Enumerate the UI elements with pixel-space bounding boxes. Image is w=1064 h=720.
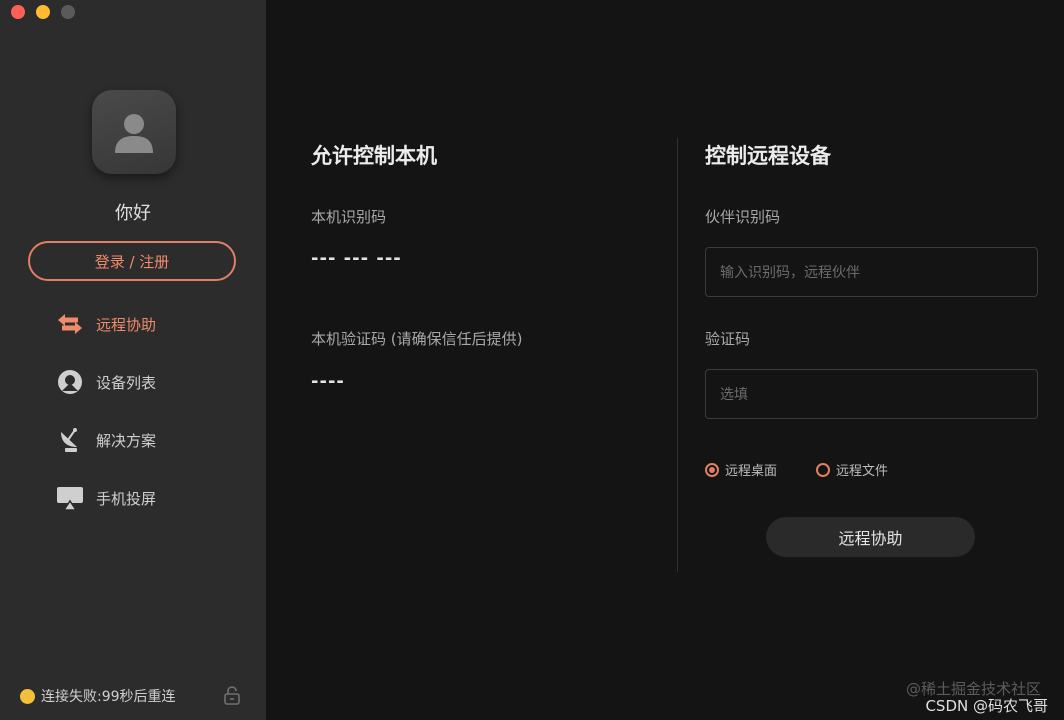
status-text: 连接失败:99秒后重连 bbox=[41, 689, 176, 705]
device-list-icon bbox=[56, 368, 84, 396]
local-id-value: --- --- --- bbox=[311, 248, 402, 269]
main-panel bbox=[266, 0, 1064, 720]
avatar[interactable] bbox=[92, 90, 176, 174]
nav-label: 设备列表 bbox=[96, 373, 157, 392]
remote-assist-button[interactable]: 远程协助 bbox=[766, 517, 975, 557]
close-window-button[interactable] bbox=[11, 5, 25, 19]
radio-label: 远程桌面 bbox=[725, 464, 778, 479]
window-controls bbox=[11, 5, 75, 19]
sidebar: 你好 登录 / 注册 远程协助 设备列表 解决方案 手机投屏 连接失败:99秒后… bbox=[0, 0, 266, 720]
verification-code-placeholder: 选填 bbox=[720, 387, 748, 403]
partner-id-label: 伙伴识别码 bbox=[705, 208, 781, 226]
maximize-window-button[interactable] bbox=[61, 5, 75, 19]
connection-status: 连接失败:99秒后重连 bbox=[20, 686, 176, 706]
user-icon bbox=[115, 114, 153, 153]
login-register-button[interactable]: 登录 / 注册 bbox=[28, 241, 236, 281]
nav-label: 解决方案 bbox=[96, 431, 157, 450]
partner-id-input[interactable]: 输入识别码，远程伙伴 bbox=[705, 247, 1038, 297]
swap-arrows-icon bbox=[56, 310, 84, 338]
nav-item-solutions[interactable]: 解决方案 bbox=[56, 426, 156, 454]
radio-button-unchecked[interactable] bbox=[816, 462, 830, 477]
greeting-text: 你好 bbox=[115, 203, 151, 224]
minimize-window-button[interactable] bbox=[36, 5, 50, 19]
radio-button-checked[interactable] bbox=[705, 462, 719, 477]
screen-cast-icon bbox=[56, 484, 84, 512]
lock-icon[interactable] bbox=[222, 685, 242, 709]
control-remote-title: 控制远程设备 bbox=[705, 144, 831, 168]
nav-item-screen-cast[interactable]: 手机投屏 bbox=[56, 484, 156, 512]
satellite-dish-icon bbox=[56, 426, 84, 454]
radio-label: 远程文件 bbox=[836, 464, 889, 479]
nav-item-device-list[interactable]: 设备列表 bbox=[56, 368, 156, 396]
section-divider bbox=[677, 138, 678, 572]
nav-label: 远程协助 bbox=[96, 315, 157, 334]
nav-item-remote-assist[interactable]: 远程协助 bbox=[56, 310, 156, 338]
allow-control-title: 允许控制本机 bbox=[311, 144, 437, 168]
verification-code-label: 验证码 bbox=[705, 330, 751, 348]
partner-id-placeholder: 输入识别码，远程伙伴 bbox=[720, 265, 860, 281]
watermark-csdn: CSDN @码农飞哥 bbox=[925, 697, 1048, 715]
local-code-value: ---- bbox=[311, 371, 345, 392]
nav-label: 手机投屏 bbox=[96, 489, 157, 508]
local-code-label: 本机验证码 (请确保信任后提供) bbox=[311, 330, 523, 348]
radio-remote-file[interactable]: 远程文件 bbox=[816, 460, 888, 479]
status-indicator-dot bbox=[20, 688, 35, 704]
local-id-label: 本机识别码 bbox=[311, 208, 387, 226]
radio-remote-desktop[interactable]: 远程桌面 bbox=[705, 460, 777, 479]
verification-code-input[interactable]: 选填 bbox=[705, 369, 1038, 419]
